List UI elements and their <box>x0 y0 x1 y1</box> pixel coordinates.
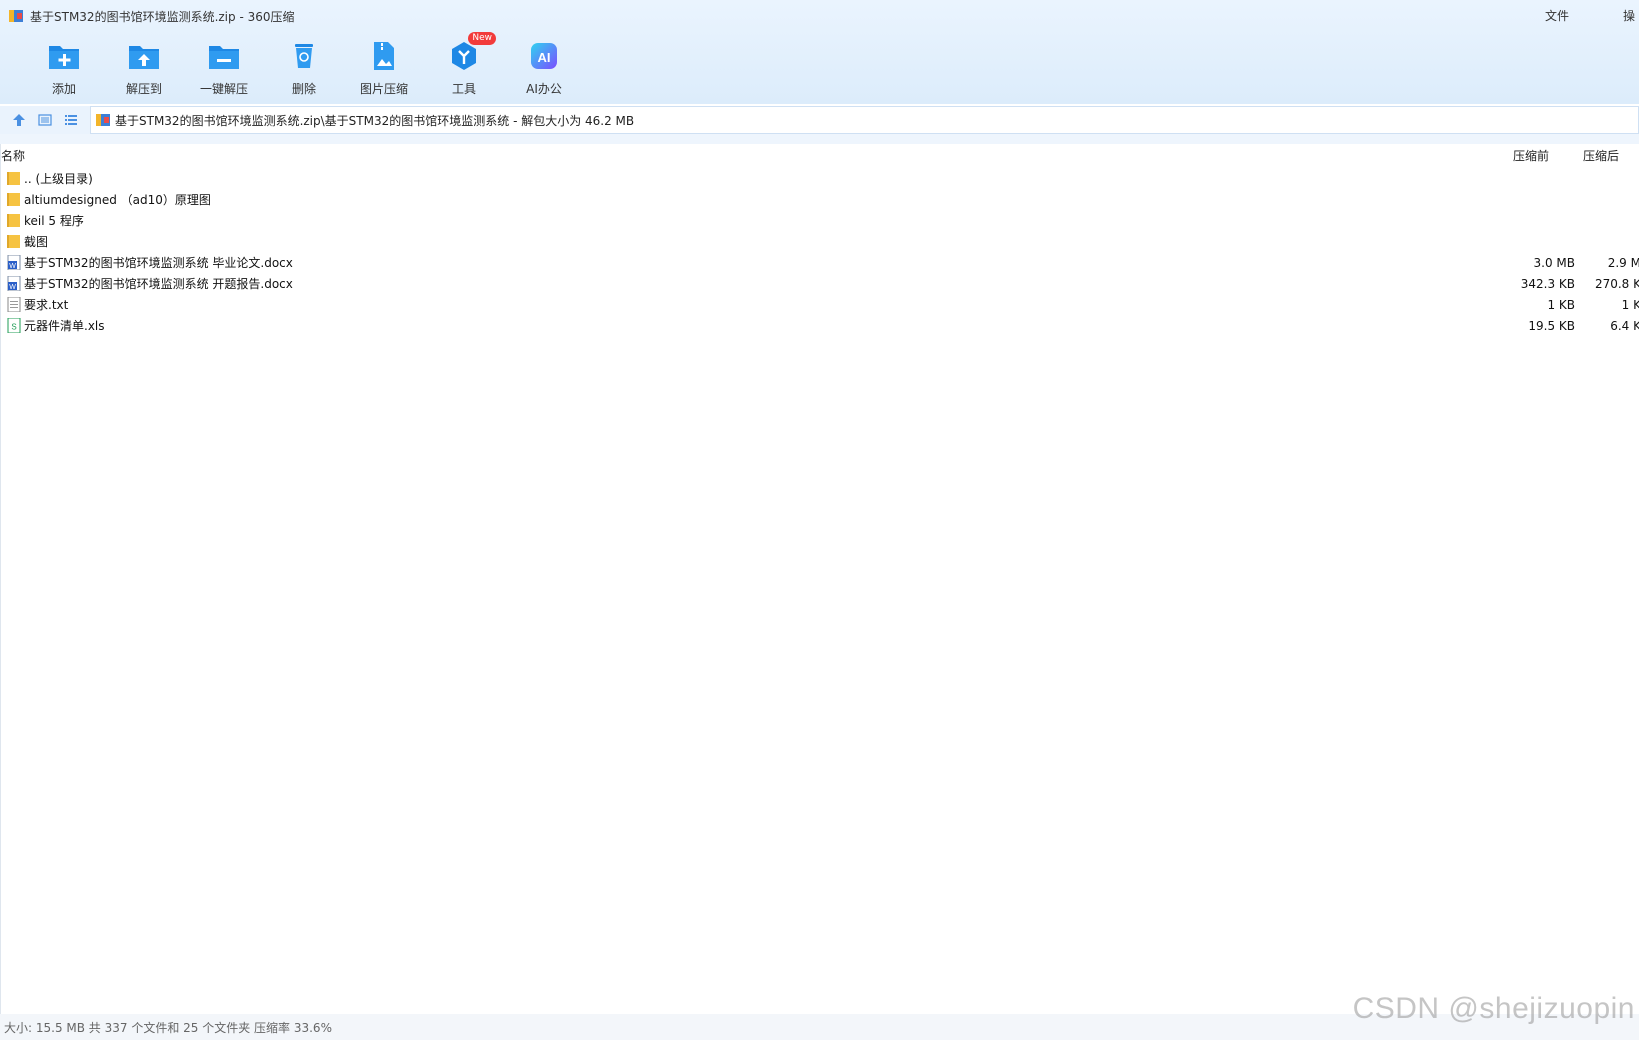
table-row[interactable]: .. (上级目录) <box>1 168 1639 189</box>
zip-archive-icon <box>9 10 23 22</box>
table-row[interactable]: keil 5 程序 <box>1 210 1639 231</box>
svg-text:S: S <box>11 323 16 332</box>
column-size-after[interactable]: 压缩后 <box>1583 147 1619 164</box>
spreadsheet-icon: S <box>7 318 21 333</box>
word-document-icon: W <box>7 276 21 291</box>
folder-icon <box>7 235 20 248</box>
add-button[interactable]: 添加 <box>24 38 104 97</box>
path-text: 基于STM32的图书馆环境监测系统.zip\基于STM32的图书馆环境监测系统 … <box>115 113 635 128</box>
table-row[interactable]: altiumdesigned （ad10）原理图 <box>1 189 1639 210</box>
table-row[interactable]: 截图 <box>1 231 1639 252</box>
word-document-icon: W <box>7 255 21 270</box>
table-row[interactable]: 要求.txt 1 KB 1 K <box>1 294 1639 315</box>
ai-office-icon: AI <box>531 43 557 69</box>
arrow-up-icon <box>13 114 25 126</box>
new-badge: New <box>468 32 496 45</box>
add-icon <box>49 46 79 69</box>
thumbnail-view-icon <box>38 114 52 126</box>
file-list: 名称 压缩前 压缩后 .. (上级目录) altiumdesigned （ad1… <box>0 144 1639 1014</box>
svg-text:W: W <box>9 284 16 291</box>
tools-icon-wrap: New <box>446 32 496 74</box>
column-size-before[interactable]: 压缩前 <box>1513 147 1549 164</box>
folder-icon <box>7 172 20 185</box>
status-text: 大小: 15.5 MB 共 337 个文件和 25 个文件夹 压缩率 33.6% <box>4 1020 332 1035</box>
window-title: 基于STM32的图书馆环境监测系统.zip - 360压缩 <box>30 9 295 24</box>
column-header: 名称 压缩前 压缩后 <box>1 144 1639 166</box>
separator <box>0 134 1639 144</box>
one-click-extract-icon <box>209 46 239 69</box>
column-name[interactable]: 名称 <box>1 147 25 164</box>
one-click-extract-button[interactable]: 一键解压 <box>184 38 264 97</box>
menu-operation[interactable]: 操 <box>1623 7 1639 24</box>
path-field[interactable]: 基于STM32的图书馆环境监测系统.zip\基于STM32的图书馆环境监测系统 … <box>90 106 1639 134</box>
zip-archive-icon <box>96 114 110 126</box>
title-bar: 基于STM32的图书馆环境监测系统.zip - 360压缩 <box>0 0 1639 32</box>
delete-icon <box>295 44 313 68</box>
tools-button[interactable]: New 工具 <box>424 32 504 97</box>
text-file-icon <box>7 297 21 312</box>
extract-to-button[interactable]: 解压到 <box>104 38 184 97</box>
thumbnail-view-button[interactable] <box>33 108 57 132</box>
folder-icon <box>7 193 20 206</box>
extract-to-icon <box>129 46 159 69</box>
folder-icon <box>7 214 20 227</box>
svg-text:AI: AI <box>538 50 551 65</box>
watermark: CSDN @shejizuopin <box>1352 992 1635 1025</box>
menu-bar: 文件 操 <box>1545 7 1639 24</box>
address-bar: 基于STM32的图书馆环境监测系统.zip\基于STM32的图书馆环境监测系统 … <box>0 106 1639 134</box>
toolbar: 添加 解压到 一键解压 删除 图片压缩 New 工具 AI AI办公 <box>24 32 584 97</box>
menu-file[interactable]: 文件 <box>1545 7 1583 24</box>
table-row[interactable]: W 基于STM32的图书馆环境监测系统 毕业论文.docx 3.0 MB 2.9… <box>1 252 1639 273</box>
up-level-button[interactable] <box>7 108 31 132</box>
list-view-icon <box>65 115 77 125</box>
table-row[interactable]: S 元器件清单.xls 19.5 KB 6.4 K <box>1 315 1639 336</box>
image-compress-icon <box>374 42 394 70</box>
image-compress-button[interactable]: 图片压缩 <box>344 38 424 97</box>
svg-text:W: W <box>9 263 16 270</box>
list-view-button[interactable] <box>59 108 83 132</box>
delete-button[interactable]: 删除 <box>264 38 344 97</box>
ai-office-button[interactable]: AI AI办公 <box>504 38 584 97</box>
top-panel: 基于STM32的图书馆环境监测系统.zip - 360压缩 文件 操 添加 解压… <box>0 0 1639 104</box>
table-row[interactable]: W 基于STM32的图书馆环境监测系统 开题报告.docx 342.3 KB 2… <box>1 273 1639 294</box>
